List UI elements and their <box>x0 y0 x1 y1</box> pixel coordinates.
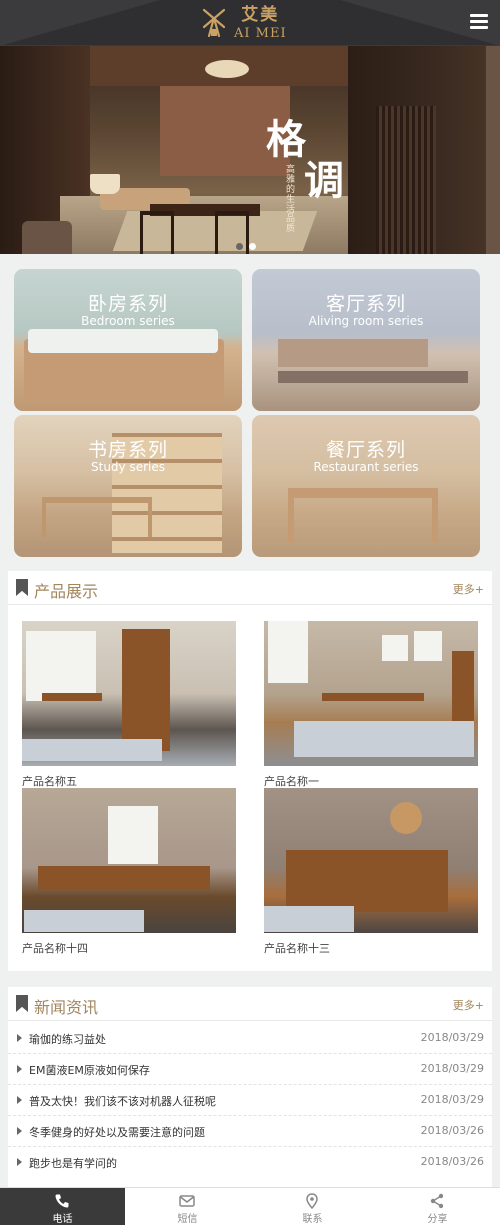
arrow-right-icon <box>17 1034 22 1042</box>
brand-name-cn: 艾美 <box>241 4 280 25</box>
arrow-right-icon <box>17 1065 22 1073</box>
products-section: 产品展示 更多+ 产品名称五 产品名称一 产品名称十四 产品名称十三 <box>8 571 492 971</box>
banner-headline-1: 格 <box>266 116 306 163</box>
news-title: 普及太快！我们该不该对机器人征税呢 <box>29 1095 216 1108</box>
nav-contact[interactable]: 联系 <box>250 1188 375 1225</box>
news-item[interactable]: 冬季健身的好处以及需要注意的问题 2018/03/26 <box>8 1116 492 1147</box>
brand-logo[interactable]: 艾美 AI MEI <box>200 5 310 41</box>
mail-icon <box>179 1195 195 1207</box>
product-image[interactable] <box>22 788 236 933</box>
carousel-indicators <box>236 243 256 250</box>
banner-subtitle: 高雅的生活品质 <box>286 165 296 235</box>
section-header: 产品展示 更多+ <box>8 571 492 605</box>
arrow-right-icon <box>17 1158 22 1166</box>
category-restaurant[interactable]: 餐厅系列 Restaurant series <box>252 415 480 557</box>
category-title: 客厅系列 <box>325 293 406 315</box>
carousel-dot-2[interactable] <box>249 243 256 250</box>
section-header: 新闻资讯 更多+ <box>8 987 492 1021</box>
news-date: 2018/03/29 <box>420 1031 484 1044</box>
product-image[interactable] <box>264 621 478 766</box>
news-title: 瑜伽的练习益处 <box>29 1033 106 1046</box>
news-title: 跑步也是有学问的 <box>29 1157 117 1170</box>
news-item[interactable]: EM菌液EM原液如何保存 2018/03/29 <box>8 1054 492 1085</box>
header-decoration-left <box>0 0 160 46</box>
category-subtitle: Restaurant series <box>313 460 419 474</box>
nav-label: 分享 <box>427 1214 448 1225</box>
bookmark-icon <box>16 995 28 1012</box>
news-title: EM菌液EM原液如何保存 <box>29 1064 150 1077</box>
category-subtitle: Study series <box>91 460 165 474</box>
location-pin-icon <box>306 1193 318 1209</box>
nav-share[interactable]: 分享 <box>375 1188 500 1225</box>
news-item[interactable]: 瑜伽的练习益处 2018/03/29 <box>8 1023 492 1054</box>
news-date: 2018/03/29 <box>420 1062 484 1075</box>
share-icon <box>430 1193 444 1209</box>
section-title: 新闻资讯 <box>34 998 99 1017</box>
menu-icon[interactable] <box>470 14 488 30</box>
category-title: 书房系列 <box>87 439 168 461</box>
category-study[interactable]: 书房系列 Study series <box>14 415 242 557</box>
category-bedroom[interactable]: 卧房系列 Bedroom series <box>14 269 242 411</box>
windmill-logo-icon <box>202 8 226 38</box>
product-image[interactable] <box>264 788 478 933</box>
top-header: 艾美 AI MEI <box>0 0 500 46</box>
product-name[interactable]: 产品名称十三 <box>264 940 330 956</box>
phone-icon <box>55 1194 69 1208</box>
news-item[interactable]: 普及太快！我们该不该对机器人征税呢 2018/03/29 <box>8 1085 492 1116</box>
hero-banner[interactable]: 格 调 高雅的生活品质 <box>0 46 500 254</box>
nav-label: 电话 <box>52 1214 73 1225</box>
nav-label: 联系 <box>302 1214 323 1225</box>
carousel-dot-1[interactable] <box>236 243 243 250</box>
product-name[interactable]: 产品名称五 <box>22 773 77 789</box>
category-title: 餐厅系列 <box>325 439 406 461</box>
section-title: 产品展示 <box>34 582 99 601</box>
news-date: 2018/03/26 <box>420 1124 484 1137</box>
category-title: 卧房系列 <box>87 293 168 315</box>
nav-label: 短信 <box>177 1214 198 1225</box>
category-subtitle: Bedroom series <box>81 314 175 328</box>
brand-name-en: AI MEI <box>234 25 287 41</box>
news-date: 2018/03/29 <box>420 1093 484 1106</box>
category-living-room[interactable]: 客厅系列 Aliving room series <box>252 269 480 411</box>
more-link[interactable]: 更多+ <box>453 997 484 1013</box>
news-title: 冬季健身的好处以及需要注意的问题 <box>29 1126 205 1139</box>
arrow-right-icon <box>17 1127 22 1135</box>
news-date: 2018/03/26 <box>420 1155 484 1168</box>
nav-sms[interactable]: 短信 <box>125 1188 250 1225</box>
nav-phone[interactable]: 电话 <box>0 1188 125 1225</box>
news-item[interactable]: 跑步也是有学问的 2018/03/26 <box>8 1147 492 1178</box>
more-link[interactable]: 更多+ <box>453 581 484 597</box>
news-section: 新闻资讯 更多+ 瑜伽的练习益处 2018/03/29 EM菌液EM原液如何保存… <box>8 987 492 1187</box>
bookmark-icon <box>16 579 28 596</box>
category-subtitle: Aliving room series <box>308 314 424 328</box>
bottom-nav: 电话 短信 联系 分享 <box>0 1187 500 1225</box>
product-name[interactable]: 产品名称十四 <box>22 940 88 956</box>
arrow-right-icon <box>17 1096 22 1104</box>
banner-headline-2: 调 <box>304 157 344 204</box>
product-image[interactable] <box>22 621 236 766</box>
product-name[interactable]: 产品名称一 <box>264 773 319 789</box>
